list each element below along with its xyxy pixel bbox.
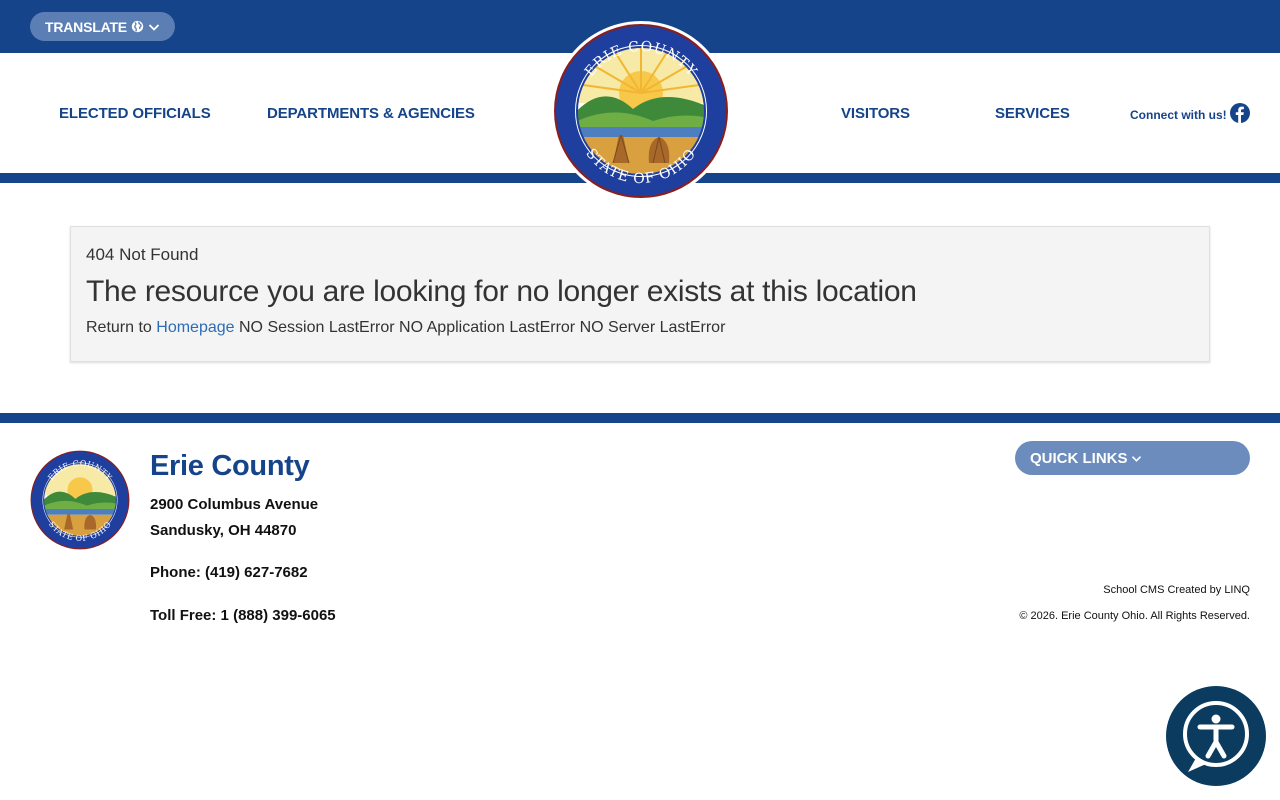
phone-number[interactable]: Phone: (419) 627-7682 [150, 564, 308, 581]
address-line-2: Sandusky, OH 44870 [150, 522, 297, 539]
error-panel: 404 Not Found The resource you are looki… [70, 226, 1210, 362]
toll-free-number[interactable]: Toll Free: 1 (888) 399-6065 [150, 607, 336, 624]
connect-label: Connect with us! [1130, 107, 1227, 122]
nav-services[interactable]: SERVICES [995, 105, 1070, 122]
nav-departments-agencies[interactable]: DEPARTMENTS & AGENCIES [267, 105, 475, 122]
accessibility-button[interactable] [1166, 686, 1266, 786]
copyright-text: © 2026. Erie County Ohio. All Rights Res… [1019, 610, 1250, 622]
globe-icon [131, 20, 144, 33]
facebook-icon [1229, 103, 1250, 126]
nav-elected-officials[interactable]: ELECTED OFFICIALS [59, 105, 211, 122]
cms-credit: School CMS Created by LINQ [1103, 584, 1250, 596]
footer-seal-logo[interactable]: ERIE COUNTY STATE OF OHIO [30, 450, 130, 555]
return-prefix: Return to [86, 319, 152, 336]
address-line-1: 2900 Columbus Avenue [150, 496, 319, 513]
quick-links-label: QUICK LINKS [1030, 449, 1128, 467]
chevron-down-icon [148, 22, 160, 32]
quick-links-button[interactable]: QUICK LINKS [1015, 441, 1250, 475]
homepage-link[interactable]: Homepage [156, 319, 234, 336]
error-details-text: NO Session LastError NO Application Last… [239, 319, 726, 336]
footer-title: Erie County [150, 450, 310, 482]
connect-facebook-link[interactable]: Connect with us! [1130, 103, 1250, 126]
cms-credit-link[interactable]: School CMS Created by LINQ [1103, 584, 1250, 596]
translate-button[interactable]: TRANSLATE [30, 12, 175, 41]
nav-visitors[interactable]: VISITORS [841, 105, 910, 122]
error-title: The resource you are looking for no long… [86, 275, 917, 308]
chevron-down-icon [1131, 450, 1142, 467]
error-code: 404 Not Found [86, 245, 199, 264]
county-seal-logo[interactable]: ERIE COUNTY STATE OF OHIO [551, 21, 731, 201]
translate-label: TRANSLATE [45, 18, 127, 35]
error-details: Return to Homepage NO Session LastError … [86, 319, 1194, 337]
footer-divider [0, 413, 1280, 423]
